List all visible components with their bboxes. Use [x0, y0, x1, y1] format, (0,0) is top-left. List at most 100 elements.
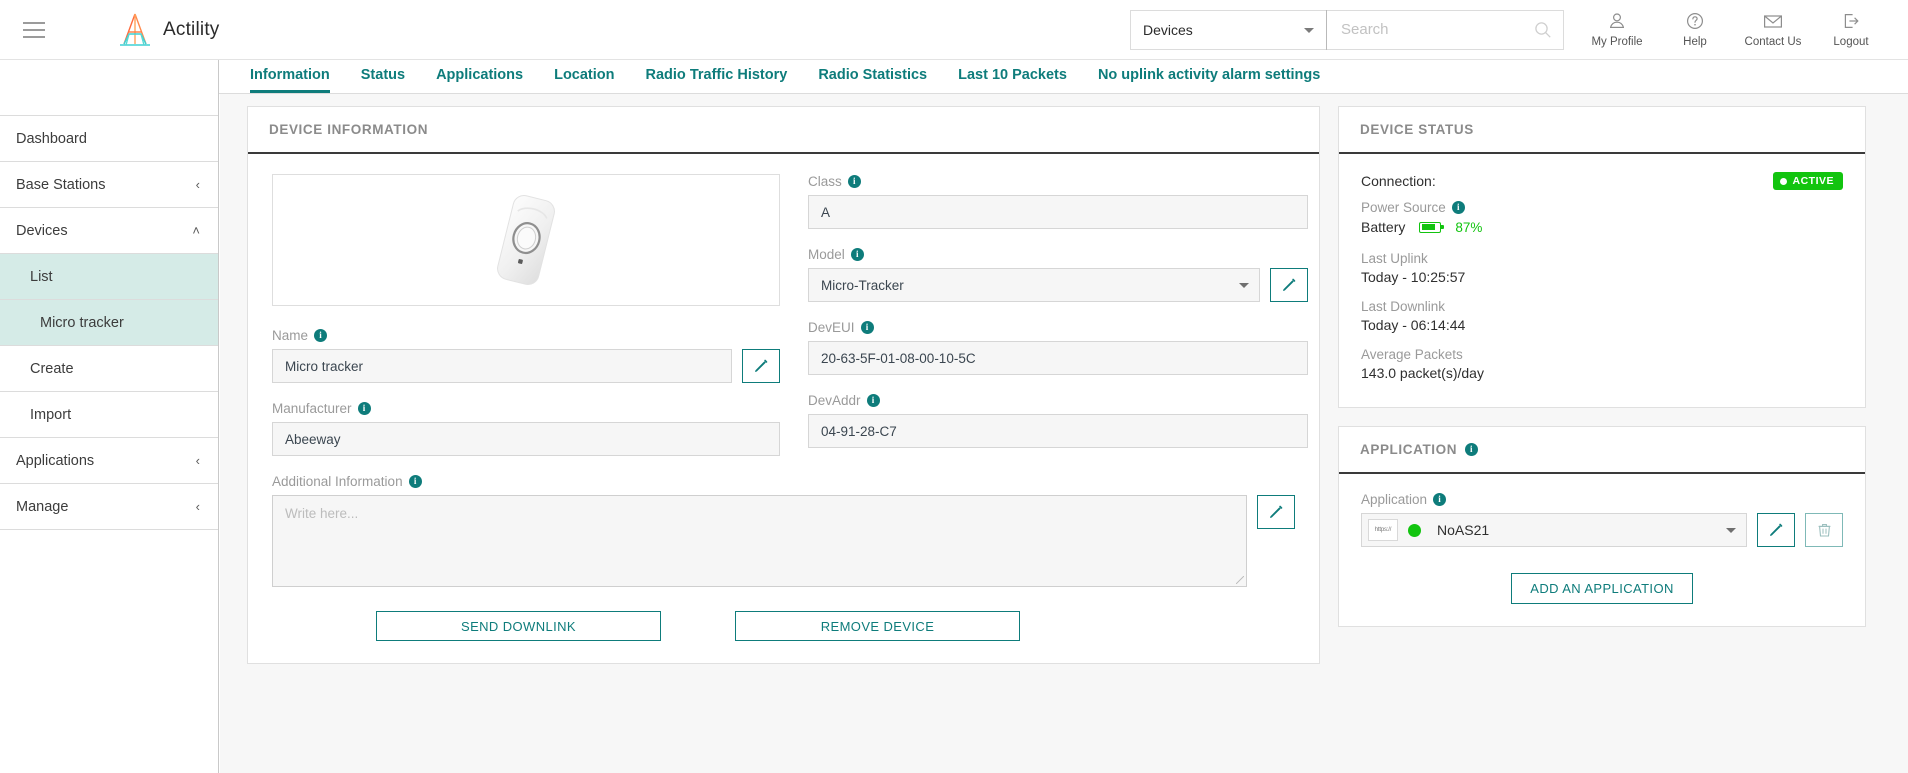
name-input[interactable]: Micro tracker [272, 349, 732, 383]
device-status-title: DEVICE STATUS [1360, 122, 1474, 137]
deveui-label: DevEUI i [808, 320, 1308, 335]
info-icon[interactable]: i [358, 402, 371, 415]
chevron-down-icon [1239, 283, 1249, 288]
model-select[interactable]: Micro-Tracker [808, 268, 1260, 302]
devaddr-input: 04-91-28-C7 [808, 414, 1308, 448]
tab-status[interactable]: Status [361, 67, 405, 93]
status-badge-label: ACTIVE [1792, 175, 1834, 187]
manufacturer-field-block: Manufacturer i Abeeway [272, 401, 780, 456]
remove-device-button[interactable]: REMOVE DEVICE [735, 611, 1020, 641]
name-label-text: Name [272, 328, 308, 343]
tab-information[interactable]: Information [250, 67, 330, 93]
average-packets-label: Average Packets [1361, 347, 1843, 362]
application-body: Application i https:// NoAS21 [1339, 474, 1865, 626]
my-profile-label: My Profile [1591, 36, 1642, 48]
power-source-label: Power Source i [1361, 200, 1843, 215]
envelope-icon [1762, 11, 1784, 31]
main-content: DEVICE INFORMATION [220, 94, 1908, 773]
class-field-block: Class i A [808, 174, 1308, 229]
add-application-wrap: ADD AN APPLICATION [1361, 573, 1843, 604]
info-icon[interactable]: i [861, 321, 874, 334]
device-status-header: DEVICE STATUS [1339, 107, 1865, 154]
battery-percent: 87% [1455, 220, 1482, 235]
tab-radio-traffic-history[interactable]: Radio Traffic History [646, 67, 788, 93]
search-scope-select[interactable]: Devices [1131, 10, 1327, 50]
edit-additional-information-button[interactable] [1257, 495, 1295, 529]
hamburger-menu-icon[interactable] [14, 10, 54, 50]
name-field-block: Name i Micro tracker [272, 328, 780, 383]
info-icon[interactable]: i [851, 248, 864, 261]
application-selected-value: NoAS21 [1437, 522, 1489, 538]
chevron-left-icon: ‹ [196, 454, 200, 467]
sidebar-item-dashboard[interactable]: Dashboard [0, 116, 218, 162]
additional-information-label: Additional Information i [272, 474, 1295, 489]
sidebar-item-import[interactable]: Import [0, 392, 218, 438]
question-circle-icon [1685, 11, 1705, 31]
device-tabs: Information Status Applications Location… [219, 60, 1908, 94]
device-information-title: DEVICE INFORMATION [269, 122, 428, 137]
hamburger-bar [23, 29, 45, 31]
sidebar-item-create[interactable]: Create [0, 346, 218, 392]
class-label-text: Class [808, 174, 842, 189]
edit-name-button[interactable] [742, 349, 780, 383]
info-icon[interactable]: i [1433, 493, 1446, 506]
additional-information-textarea[interactable]: Write here... [272, 495, 1247, 587]
user-icon [1607, 11, 1627, 31]
search-scope-value: Devices [1143, 22, 1193, 38]
my-profile-button[interactable]: My Profile [1578, 11, 1656, 48]
power-source-block: Power Source i Battery 87% [1361, 200, 1843, 235]
sidebar-item-list[interactable]: List [0, 254, 218, 300]
tab-radio-statistics[interactable]: Radio Statistics [818, 67, 927, 93]
additional-information-placeholder: Write here... [285, 506, 358, 521]
info-icon[interactable]: i [314, 329, 327, 342]
tab-no-uplink-activity-alarm-settings[interactable]: No uplink activity alarm settings [1098, 67, 1320, 93]
brand-logo-area[interactable]: Actility [118, 12, 220, 48]
info-icon[interactable]: i [867, 394, 880, 407]
logout-button[interactable]: Logout [1812, 11, 1890, 48]
application-select[interactable]: https:// NoAS21 [1361, 513, 1747, 547]
search-icon[interactable] [1523, 10, 1563, 50]
last-downlink-label: Last Downlink [1361, 299, 1843, 314]
sidebar-item-label: Manage [16, 499, 68, 515]
sidebar-item-manage[interactable]: Manage ‹ [0, 484, 218, 530]
help-button[interactable]: Help [1656, 11, 1734, 48]
pencil-icon [1281, 277, 1297, 293]
sidebar-top-spacer [0, 60, 218, 116]
model-label-text: Model [808, 247, 845, 262]
contact-us-button[interactable]: Contact Us [1734, 11, 1812, 48]
sidebar-item-applications[interactable]: Applications ‹ [0, 438, 218, 484]
info-icon[interactable]: i [848, 175, 861, 188]
status-badge: ACTIVE [1773, 172, 1843, 190]
tab-applications[interactable]: Applications [436, 67, 523, 93]
header-actions: My Profile Help Contact Us [1578, 11, 1908, 48]
application-card: APPLICATION i Application i https:// NoA… [1338, 426, 1866, 627]
info-icon[interactable]: i [1452, 201, 1465, 214]
sidebar-item-base-stations[interactable]: Base Stations ‹ [0, 162, 218, 208]
edit-model-button[interactable] [1270, 268, 1308, 302]
add-an-application-button[interactable]: ADD AN APPLICATION [1511, 573, 1693, 604]
delete-application-button[interactable] [1805, 513, 1843, 547]
device-info-right-col: Class i A Model i [808, 174, 1308, 474]
application-thumbnail-icon: https:// [1368, 519, 1398, 541]
send-downlink-button[interactable]: SEND DOWNLINK [376, 611, 661, 641]
search-placeholder: Search [1341, 21, 1389, 38]
info-icon[interactable]: i [409, 475, 422, 488]
model-select-value: Micro-Tracker [821, 278, 904, 293]
info-icon[interactable]: i [1465, 443, 1478, 456]
header-right-group: Devices Search My Profile [1130, 0, 1908, 60]
last-uplink-label: Last Uplink [1361, 251, 1843, 266]
sidebar-item-micro-tracker[interactable]: Micro tracker [0, 300, 218, 346]
sidebar-item-devices[interactable]: Devices ˄ [0, 208, 218, 254]
application-header: APPLICATION i [1339, 427, 1865, 474]
device-information-grid: Name i Micro tracker [272, 174, 1295, 474]
average-packets-block: Average Packets 143.0 packet(s)/day [1361, 347, 1843, 381]
sidebar-item-label: Micro tracker [40, 315, 124, 331]
edit-application-button[interactable] [1757, 513, 1795, 547]
search-input[interactable]: Search [1327, 10, 1523, 50]
sidebar-item-label: Base Stations [16, 177, 105, 193]
tab-last-10-packets[interactable]: Last 10 Packets [958, 67, 1067, 93]
micro-tracker-device-icon [467, 184, 585, 296]
devaddr-label-text: DevAddr [808, 393, 861, 408]
tab-location[interactable]: Location [554, 67, 614, 93]
additional-information-block: Additional Information i Write here... [272, 474, 1295, 587]
